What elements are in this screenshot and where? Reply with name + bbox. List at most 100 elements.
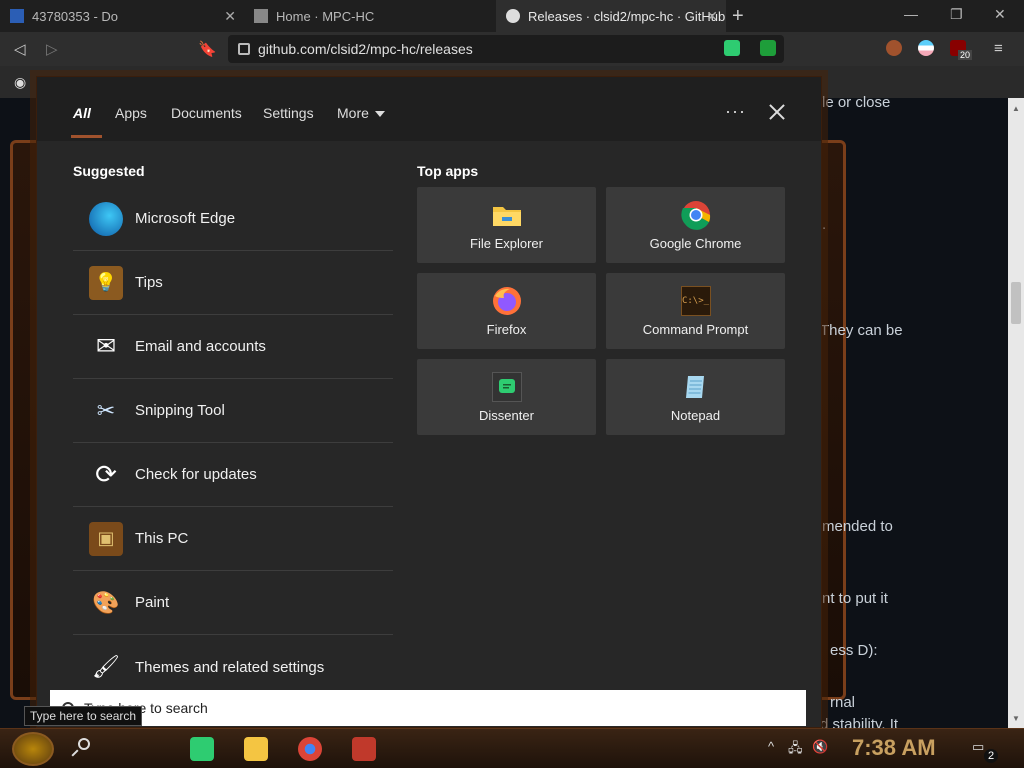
page-text: rnal: [830, 694, 856, 711]
search-icon: [78, 738, 90, 750]
tab-more-label: More: [337, 105, 369, 121]
dissenter-icon: [491, 371, 522, 402]
page-text: .: [822, 216, 827, 233]
page-text: ess D):: [830, 642, 878, 659]
app-tile-file-explorer[interactable]: File Explorer: [417, 187, 596, 263]
suggested-item-this-pc[interactable]: ▣ This PC: [73, 507, 393, 571]
folder-icon: [492, 200, 522, 230]
tab-more[interactable]: More: [337, 105, 385, 121]
profile-avatar[interactable]: [886, 40, 902, 56]
tab-favicon-icon: [254, 9, 268, 23]
mail-icon: ✉: [95, 333, 117, 360]
calendar-taskbar-icon[interactable]: [352, 737, 376, 761]
app-tile-label: Command Prompt: [642, 321, 749, 337]
lightbulb-icon: 💡: [89, 265, 123, 300]
edge-icon: [89, 201, 123, 236]
suggested-item-snipping-tool[interactable]: ✂ Snipping Tool: [73, 379, 393, 443]
page-text: le or close: [822, 94, 891, 111]
suggested-heading: Suggested: [73, 163, 145, 179]
top-apps-heading: Top apps: [417, 163, 479, 179]
palette-icon: 🎨: [92, 589, 120, 615]
sync-icon: ⟳: [95, 459, 117, 489]
app-tile-label: Dissenter: [479, 407, 534, 423]
scroll-thumb[interactable]: [1011, 282, 1021, 324]
scroll-up-icon[interactable]: ▲: [1012, 104, 1020, 113]
tab-title: Releases · clsid2/mpc-hc · GitHub: [528, 8, 726, 24]
tab-documents[interactable]: Documents: [171, 105, 242, 121]
bookmark-icon[interactable]: 🔖: [198, 40, 217, 58]
tab-settings[interactable]: Settings: [263, 105, 314, 121]
page-text: They can be: [820, 322, 903, 339]
address-text: github.com/clsid2/mpc-hc/releases: [258, 41, 473, 57]
search-input[interactable]: Type here to search: [50, 690, 806, 726]
restore-icon[interactable]: ❐: [950, 6, 963, 23]
browser-tab[interactable]: Home · MPC-HC: [244, 0, 396, 32]
suggested-item-label: Check for updates: [135, 466, 257, 483]
notification-count-badge: 2: [984, 749, 998, 763]
tab-apps[interactable]: Apps: [115, 105, 147, 121]
suggested-item-label: Email and accounts: [135, 338, 266, 355]
github-icon: [506, 9, 520, 23]
scroll-down-icon[interactable]: ▼: [1012, 714, 1020, 723]
flag-extension-icon[interactable]: [918, 40, 934, 56]
taskbar-search-button[interactable]: [71, 738, 92, 758]
tab-close-icon[interactable]: ✕: [706, 8, 718, 25]
app-tile-dissenter[interactable]: Dissenter: [417, 359, 596, 435]
back-icon[interactable]: ◁: [14, 40, 26, 58]
file-explorer-taskbar-icon[interactable]: [244, 737, 268, 761]
browser-tab[interactable]: 43780353 - Do ✕: [0, 0, 244, 32]
tab-all[interactable]: All: [73, 105, 91, 121]
notification-icon[interactable]: ▭: [972, 739, 984, 755]
page-content-area: [846, 98, 1006, 728]
search-panel-header: All Apps Documents Settings More ···: [37, 77, 821, 141]
suggested-item-label: Themes and related settings: [135, 658, 325, 676]
page-scrollbar[interactable]: ▲ ▼: [1008, 98, 1024, 728]
suggested-item-label: Snipping Tool: [135, 402, 225, 419]
lock-icon: [238, 43, 250, 55]
app-tile-google-chrome[interactable]: Google Chrome: [606, 187, 785, 263]
search-icon-handle: [71, 749, 79, 757]
app-tile-label: Firefox: [486, 321, 527, 337]
tab-title: Home · MPC-HC: [276, 8, 375, 24]
browser-tab-active[interactable]: Releases · clsid2/mpc-hc · GitHub ✕: [496, 0, 726, 32]
chrome-taskbar-icon[interactable]: [298, 737, 322, 761]
page-text: mended to: [822, 518, 893, 535]
brush-monitor-icon: 🖌: [92, 654, 120, 679]
tab-favicon-icon: [10, 9, 24, 23]
forward-icon[interactable]: ▷: [46, 40, 58, 58]
minimize-icon[interactable]: —: [904, 6, 918, 22]
tab-close-icon[interactable]: ✕: [224, 8, 236, 25]
new-tab-button[interactable]: +: [732, 5, 744, 28]
address-bar[interactable]: github.com/clsid2/mpc-hc/releases: [228, 35, 784, 63]
dissenter-extension-icon[interactable]: [724, 40, 740, 56]
chrome-icon: [680, 200, 711, 230]
dissenter-taskbar-icon[interactable]: [190, 737, 214, 761]
browser-tab-strip: 43780353 - Do ✕ Home · MPC-HC Releases ·…: [0, 0, 1024, 32]
app-tile-firefox[interactable]: Firefox: [417, 273, 596, 349]
tray-overflow-icon[interactable]: ^: [768, 739, 774, 754]
terminal-icon: C:\>_: [680, 285, 711, 316]
suggested-item-tips[interactable]: 💡 Tips: [73, 251, 393, 315]
app-tile-command-prompt[interactable]: C:\>_ Command Prompt: [606, 273, 785, 349]
suggested-item-paint[interactable]: 🎨 Paint: [73, 571, 393, 635]
taskbar-clock[interactable]: 7:38 AM: [852, 735, 936, 761]
start-button[interactable]: [12, 732, 54, 766]
suggested-item-microsoft-edge[interactable]: Microsoft Edge: [73, 187, 393, 251]
suggested-item-check-updates[interactable]: ⟳ Check for updates: [73, 443, 393, 507]
top-apps-grid: File Explorer Google Chrome Firefox C:\>…: [417, 187, 787, 435]
close-icon[interactable]: [767, 102, 787, 122]
menu-icon[interactable]: ≡: [994, 40, 1003, 57]
more-options-icon[interactable]: ···: [725, 101, 746, 122]
volume-muted-icon[interactable]: 🔇: [812, 739, 828, 755]
suggested-list: Microsoft Edge 💡 Tips ✉ Email and accoun…: [73, 187, 393, 699]
app-tile-notepad[interactable]: Notepad: [606, 359, 785, 435]
network-icon[interactable]: 🖧: [788, 739, 803, 761]
suggested-item-email-accounts[interactable]: ✉ Email and accounts: [73, 315, 393, 379]
shield-extension-icon[interactable]: [760, 40, 776, 56]
suggested-item-label: This PC: [135, 530, 189, 547]
active-tab-indicator: [71, 135, 102, 138]
search-tooltip: Type here to search: [24, 706, 143, 726]
close-window-icon[interactable]: ✕: [994, 6, 1006, 23]
scissors-icon: ✂: [96, 397, 116, 423]
bookmark-folder-icon[interactable]: ◉: [14, 74, 26, 91]
